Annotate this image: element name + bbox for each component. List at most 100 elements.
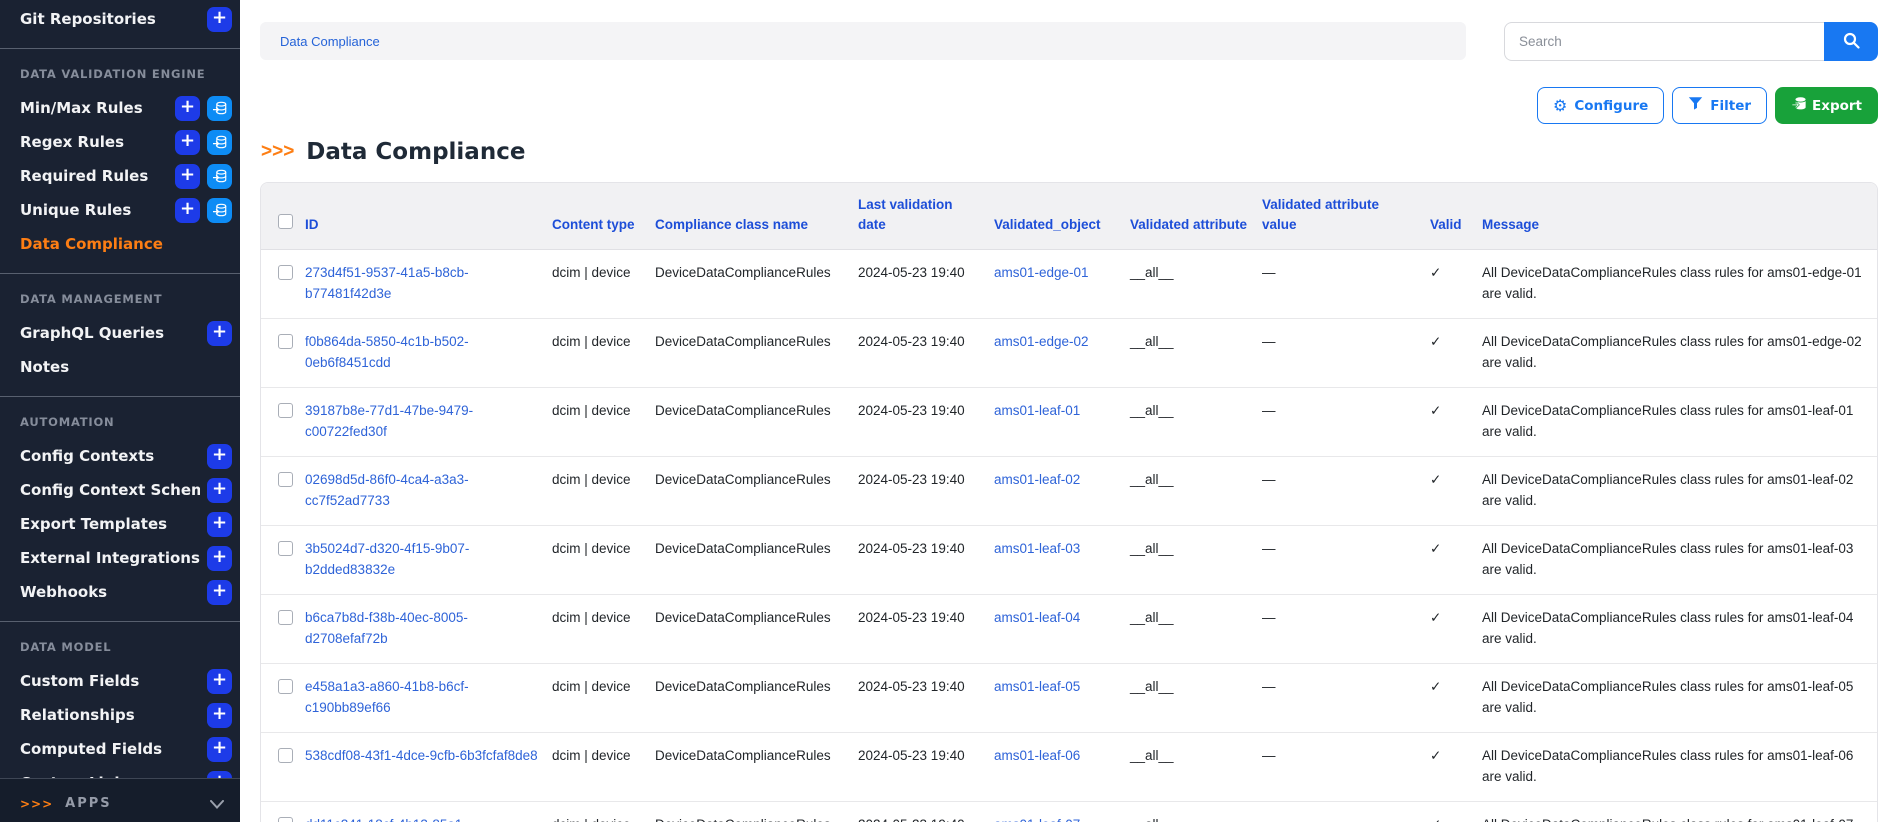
validated-object-link[interactable]: ams01-leaf-05 — [994, 679, 1080, 694]
record-id-cell: dd11c241-18cf-4b13-85a1- — [305, 801, 552, 822]
export-button[interactable]: Export — [1775, 87, 1878, 124]
sidebar-item-git-repositories[interactable]: Git Repositories + — [0, 2, 240, 36]
row-checkbox[interactable] — [278, 748, 293, 763]
validated-object-link[interactable]: ams01-edge-01 — [994, 265, 1089, 280]
row-checkbox[interactable] — [278, 610, 293, 625]
add-config-contexts-button[interactable]: + — [207, 443, 232, 469]
add-required-rules-button[interactable]: + — [175, 163, 200, 189]
validated-object-link[interactable]: ams01-edge-02 — [994, 334, 1089, 349]
add-computed-fields-button[interactable]: + — [207, 736, 232, 762]
record-id-link[interactable]: dd11c241-18cf-4b13-85a1- — [305, 817, 467, 822]
validated-object-link[interactable]: ams01-leaf-04 — [994, 610, 1080, 625]
add-git-repositories-button[interactable]: + — [207, 6, 232, 32]
col-header-content-type[interactable]: Content type — [552, 183, 655, 250]
record-id-link[interactable]: 02698d5d-86f0-4ca4-a3a3-cc7f52ad7733 — [305, 472, 469, 508]
row-checkbox[interactable] — [278, 403, 293, 418]
sidebar-item-custom-fields[interactable]: Custom Fields + — [0, 664, 240, 698]
sidebar-item-relationships[interactable]: Relationships + — [0, 698, 240, 732]
record-id-link[interactable]: b6ca7b8d-f38b-40ec-8005-d2708efaf72b — [305, 610, 468, 646]
col-header-validated-object[interactable]: Validated_object — [994, 183, 1130, 250]
add-min-max-rules-button[interactable]: + — [175, 95, 200, 121]
record-id-link[interactable]: 39187b8e-77d1-47be-9479-c00722fed30f — [305, 403, 473, 439]
col-header-validated-attribute[interactable]: Validated attribute — [1130, 183, 1262, 250]
search-group — [1504, 22, 1878, 61]
col-header-message[interactable]: Message — [1482, 183, 1877, 250]
record-id-link[interactable]: e458a1a3-a860-41b8-b6cf-c190bb89ef66 — [305, 679, 469, 715]
record-id-link[interactable]: 273d4f51-9537-41a5-b8cb-b77481f42d3e — [305, 265, 469, 301]
row-checkbox[interactable] — [278, 265, 293, 280]
import-required-rules-button[interactable] — [207, 163, 232, 189]
row-checkbox[interactable] — [278, 472, 293, 487]
import-regex-rules-button[interactable] — [207, 129, 232, 155]
add-graphql-queries-button[interactable]: + — [207, 320, 232, 346]
col-header-last-validation-date[interactable]: Last validation date — [858, 183, 994, 250]
validated-object-cell: ams01-leaf-01 — [994, 387, 1130, 457]
sidebar-item-computed-fields[interactable]: Computed Fields + — [0, 732, 240, 766]
search-button[interactable] — [1824, 22, 1878, 61]
validated-object-link[interactable]: ams01-leaf-01 — [994, 403, 1080, 418]
database-import-icon — [212, 203, 226, 217]
configure-button[interactable]: ⚙ Configure — [1537, 87, 1665, 124]
sidebar-item-required-rules[interactable]: Required Rules + — [0, 159, 240, 193]
sidebar-item-webhooks[interactable]: Webhooks + — [0, 575, 240, 609]
row-checkbox-cell — [261, 801, 305, 822]
import-min-max-rules-button[interactable] — [207, 95, 232, 121]
validated-attribute-value-cell: — — [1262, 801, 1430, 822]
validated-object-link[interactable]: ams01-leaf-06 — [994, 748, 1080, 763]
breadcrumb-link-data-compliance[interactable]: Data Compliance — [280, 34, 380, 49]
add-webhooks-button[interactable]: + — [207, 579, 232, 605]
sidebar-item-label: Required Rules — [20, 167, 149, 185]
sidebar-item-label: Computed Fields — [20, 740, 163, 758]
row-checkbox[interactable] — [278, 817, 293, 822]
sidebar-item-notes[interactable]: Notes — [0, 350, 240, 384]
validated-attribute-value-cell: — — [1262, 594, 1430, 664]
row-checkbox-cell — [261, 249, 305, 319]
sidebar-item-unique-rules[interactable]: Unique Rules + — [0, 193, 240, 227]
sidebar-item-data-compliance[interactable]: Data Compliance — [0, 227, 240, 261]
valid-flag-cell: ✓ — [1430, 732, 1482, 802]
sidebar-footer-apps[interactable]: >>> APPS — [0, 778, 240, 822]
col-header-compliance-class-name[interactable]: Compliance class name — [655, 183, 858, 250]
sidebar-item-graphql-queries[interactable]: GraphQL Queries + — [0, 316, 240, 350]
message-cell: All DeviceDataComplianceRules class rule… — [1482, 663, 1877, 733]
validated-object-link[interactable]: ams01-leaf-03 — [994, 541, 1080, 556]
validated-object-link[interactable]: ams01-leaf-02 — [994, 472, 1080, 487]
validated-object-link[interactable]: ams01-leaf-07 — [994, 817, 1080, 822]
content-type-cell: dcim | device — [552, 801, 655, 822]
content-type-cell: dcim | device — [552, 594, 655, 664]
sidebar-nav: Git Repositories + DATA VALIDATION ENGINE M… — [0, 0, 240, 822]
col-header-validated-attribute-value[interactable]: Validated attribute value — [1262, 183, 1430, 250]
content-type-cell: dcim | device — [552, 663, 655, 733]
col-header-valid[interactable]: Valid — [1430, 183, 1482, 250]
sidebar-item-config-context-schemas[interactable]: Config Context Schemas + — [0, 473, 240, 507]
record-id-link[interactable]: f0b864da-5850-4c1b-b502-0eb6f8451cdd — [305, 334, 469, 370]
sidebar-item-export-templates[interactable]: Export Templates + — [0, 507, 240, 541]
search-input[interactable] — [1504, 22, 1824, 61]
row-checkbox[interactable] — [278, 334, 293, 349]
add-export-templates-button[interactable]: + — [207, 511, 232, 537]
row-checkbox[interactable] — [278, 679, 293, 694]
add-unique-rules-button[interactable]: + — [175, 197, 200, 223]
validated-object-cell: ams01-leaf-07 — [994, 801, 1130, 822]
add-custom-fields-button[interactable]: + — [207, 668, 232, 694]
add-relationships-button[interactable]: + — [207, 702, 232, 728]
select-all-checkbox[interactable] — [278, 214, 293, 229]
table-row: f0b864da-5850-4c1b-b502-0eb6f8451cdd dcim… — [261, 318, 1877, 388]
sidebar-item-min-max-rules[interactable]: Min/Max Rules + — [0, 91, 240, 125]
record-id-link[interactable]: 538cdf08-43f1-4dce-9cfb-6b3fcfaf8de8 — [305, 748, 538, 763]
sidebar-item-external-integrations[interactable]: External Integrations + — [0, 541, 240, 575]
add-config-context-schemas-button[interactable]: + — [207, 477, 232, 503]
add-regex-rules-button[interactable]: + — [175, 129, 200, 155]
col-header-id[interactable]: ID — [305, 183, 552, 250]
filter-button[interactable]: Filter — [1672, 87, 1768, 124]
sidebar-item-config-contexts[interactable]: Config Contexts + — [0, 439, 240, 473]
add-external-integrations-button[interactable]: + — [207, 545, 232, 571]
sidebar-item-regex-rules[interactable]: Regex Rules + — [0, 125, 240, 159]
configure-label: Configure — [1574, 97, 1649, 114]
import-unique-rules-button[interactable] — [207, 197, 232, 223]
row-checkbox[interactable] — [278, 541, 293, 556]
sidebar-section-title: DATA MANAGEMENT — [20, 292, 163, 306]
chevron-down-icon[interactable] — [210, 794, 224, 813]
row-checkbox-cell — [261, 387, 305, 457]
record-id-link[interactable]: 3b5024d7-d320-4f15-9b07-b2dded83832e — [305, 541, 469, 577]
